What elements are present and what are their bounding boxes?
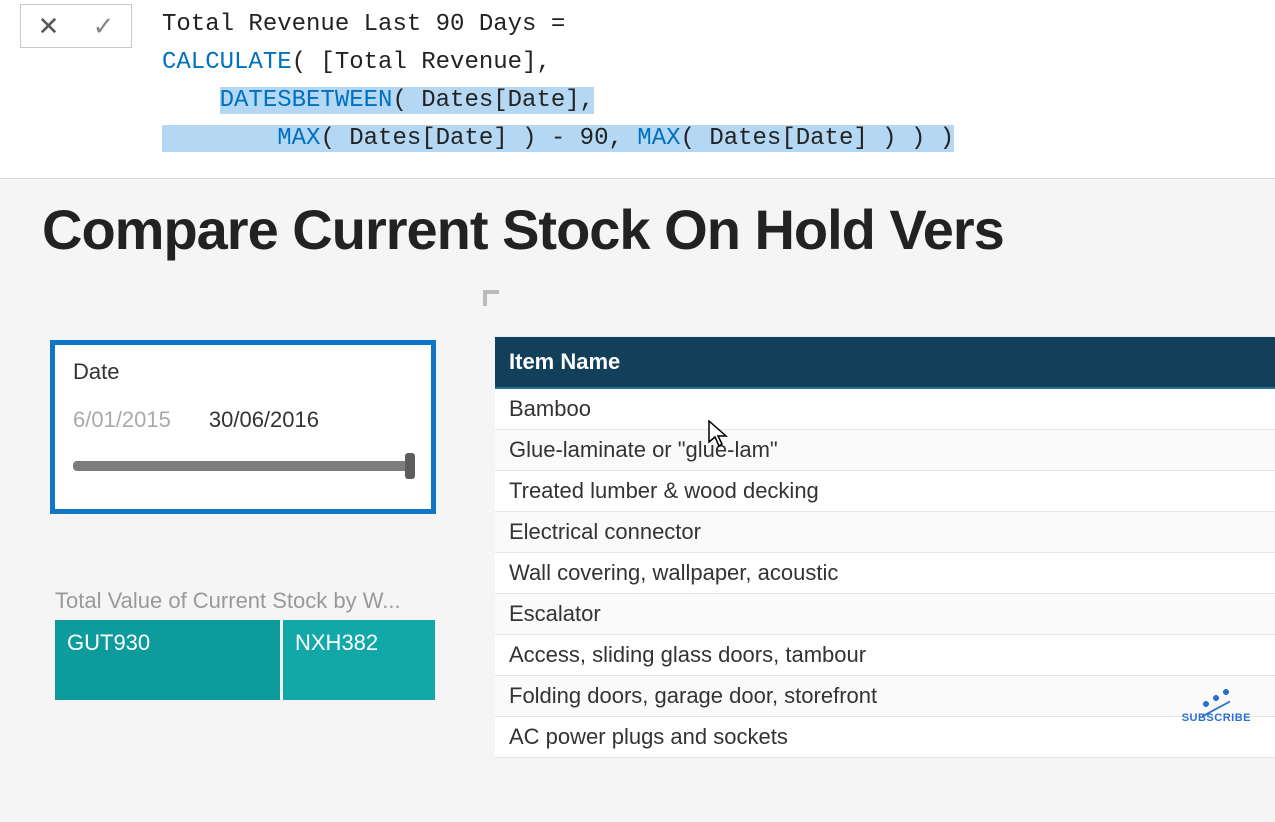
formula-keyword: MAX	[277, 125, 320, 152]
table-row[interactable]: Folding doors, garage door, storefront	[495, 676, 1275, 717]
formula-button-group	[20, 4, 132, 48]
table-row[interactable]: Wall covering, wallpaper, acoustic	[495, 553, 1275, 594]
slicer-title: Date	[73, 359, 413, 385]
commit-formula-button[interactable]	[76, 5, 131, 47]
treemap-cell[interactable]: NXH382	[283, 620, 435, 700]
date-slicer[interactable]: Date 6/01/2015 30/06/2016	[50, 340, 436, 514]
table-row[interactable]: Access, sliding glass doors, tambour	[495, 635, 1275, 676]
visual-resize-handle[interactable]	[483, 290, 499, 306]
table-row[interactable]: AC power plugs and sockets	[495, 717, 1275, 758]
table-row[interactable]: Escalator	[495, 594, 1275, 635]
table-row[interactable]: Glue-laminate or "glue-lam"	[495, 430, 1275, 471]
slicer-slider-thumb[interactable]	[405, 453, 415, 479]
formula-keyword: MAX	[637, 125, 680, 152]
slicer-date-range: 6/01/2015 30/06/2016	[73, 407, 413, 433]
slicer-slider-track[interactable]	[73, 461, 413, 471]
table-body: Bamboo Glue-laminate or "glue-lam" Treat…	[495, 389, 1275, 758]
report-title: Compare Current Stock On Hold Vers	[0, 179, 1275, 262]
formula-indent	[162, 125, 277, 152]
formula-text: ( Dates[Date] ) ) )	[681, 125, 955, 152]
table-column-header[interactable]: Item Name	[509, 349, 620, 375]
cancel-formula-button[interactable]	[21, 5, 76, 47]
table-row[interactable]: Electrical connector	[495, 512, 1275, 553]
treemap-title: Total Value of Current Stock by W...	[55, 588, 401, 614]
table-row[interactable]: Treated lumber & wood decking	[495, 471, 1275, 512]
treemap-cell[interactable]: GUT930	[55, 620, 280, 700]
formula-keyword: DATESBETWEEN	[220, 87, 393, 114]
slicer-start-date[interactable]: 6/01/2015	[73, 407, 171, 433]
subscribe-icon	[1196, 686, 1236, 710]
formula-editor[interactable]: Total Revenue Last 90 Days = CALCULATE( …	[132, 0, 1275, 178]
slicer-end-date[interactable]: 30/06/2016	[209, 407, 319, 433]
table-header[interactable]: Item Name	[495, 337, 1275, 389]
formula-line: Total Revenue Last 90 Days =	[162, 11, 565, 38]
formula-indent	[162, 87, 220, 114]
formula-text: ( Dates[Date] ) - 90,	[320, 125, 637, 152]
formula-text: ( [Total Revenue],	[292, 49, 551, 76]
item-table[interactable]: Item Name Bamboo Glue-laminate or "glue-…	[495, 336, 1275, 758]
table-row[interactable]: Bamboo	[495, 389, 1275, 430]
treemap-visual[interactable]: GUT930 NXH382	[55, 620, 435, 700]
formula-keyword: CALCULATE	[162, 49, 292, 76]
subscribe-badge[interactable]: SUBSCRIBE	[1182, 686, 1251, 724]
report-canvas: Date 6/01/2015 30/06/2016 Total Value of…	[0, 262, 1275, 822]
formula-bar: Total Revenue Last 90 Days = CALCULATE( …	[0, 0, 1275, 179]
subscribe-label: SUBSCRIBE	[1182, 712, 1251, 724]
formula-text: ( Dates[Date],	[392, 87, 594, 114]
